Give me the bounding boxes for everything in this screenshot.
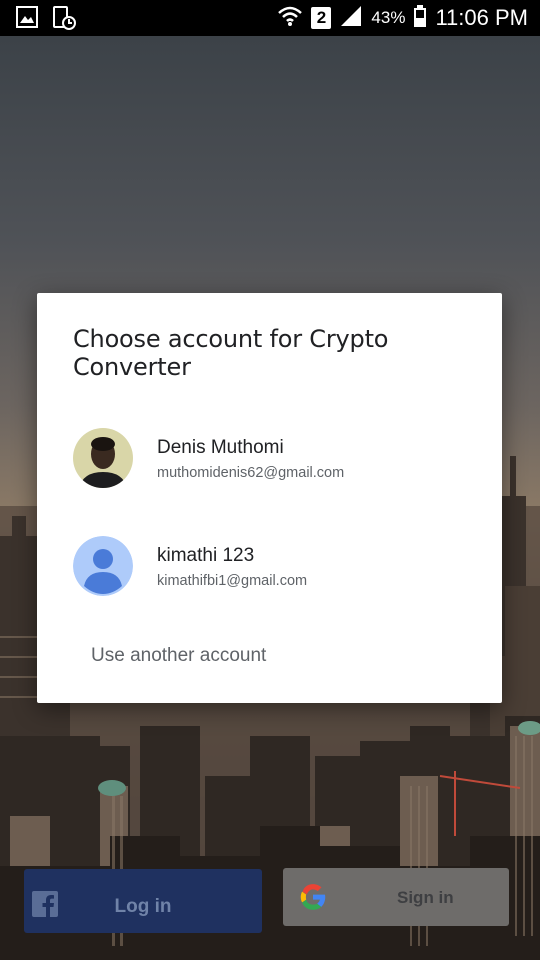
avatar <box>73 536 133 596</box>
wifi-icon <box>277 4 303 33</box>
status-bar: 2 43% 11:06 PM <box>0 0 540 36</box>
facebook-login-button[interactable]: Log in <box>24 869 262 933</box>
account-email: kimathifbi1@gmail.com <box>157 573 308 589</box>
avatar <box>73 428 133 488</box>
account-chooser-dialog: Choose account for Crypto Converter Deni… <box>37 293 502 703</box>
clock: 11:06 PM <box>435 5 528 30</box>
use-another-account-button[interactable]: Use another account <box>91 645 266 667</box>
dome-roof <box>98 780 126 796</box>
battery-percent: 43% <box>371 8 406 27</box>
facebook-login-label: Log in <box>114 896 172 917</box>
account-row-denis[interactable]: Denis Muthomi muthomidenis62@gmail.com <box>37 411 502 507</box>
account-email: muthomidenis62@gmail.com <box>157 465 345 481</box>
profile-photo <box>73 428 133 488</box>
default-person-icon <box>73 536 133 596</box>
gallery-icon <box>16 6 38 35</box>
google-icon <box>299 883 327 916</box>
dialog-title: Choose account for Crypto Converter <box>73 325 389 381</box>
signal-icon <box>339 4 363 33</box>
google-sign-in-button[interactable]: Sign in <box>283 868 509 926</box>
screenshot-icon <box>52 6 76 35</box>
account-name: Denis Muthomi <box>157 437 284 458</box>
account-name: kimathi 123 <box>157 545 255 566</box>
battery-icon <box>413 4 427 33</box>
account-row-kimathi[interactable]: kimathi 123 kimathifbi1@gmail.com <box>37 519 502 615</box>
screen: 2 43% 11:06 PM Choose account for Crypto… <box>0 0 540 960</box>
google-sign-in-label: Sign in <box>397 888 454 907</box>
sim-slot-badge: 2 <box>311 7 332 29</box>
